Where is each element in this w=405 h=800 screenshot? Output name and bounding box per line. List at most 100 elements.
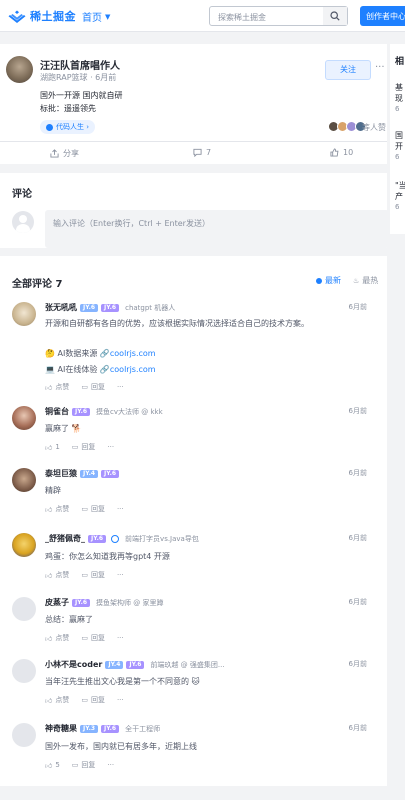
follow-button[interactable]: 关注 [325,60,371,80]
comment-like-button[interactable]: 👍︎ 点赞 [45,504,69,514]
like-button[interactable]: 10 [330,148,353,157]
likes-summary: 等人赞 [362,123,386,132]
comment-actions: 👍︎ 点赞 ▭ 回复 ··· [45,633,124,643]
reply-icon: ▭ [81,505,88,513]
all-comments-title: 全部评论 7 [12,279,63,290]
circle-tag[interactable]: 代码人生 › [40,120,96,134]
commenter-title: 全干工程师 [125,724,161,733]
comment-reply-button[interactable]: ▭ 回复 [72,442,96,452]
comment-like-button[interactable]: 👍︎ 1 [45,442,60,452]
share-label: 分享 [63,149,79,158]
jy-badge: JY.6 [101,469,120,478]
commenter-title: chatgpt 机器人 [125,303,176,312]
level-badge: JY.4 [105,660,124,669]
post-text-line: 国外一开源 国内就自研 [40,91,123,100]
comment-text: 赢麻了 🐕 [45,424,82,433]
reply-icon: ▭ [81,571,88,579]
more-options-icon[interactable]: ··· [375,62,385,73]
thumbs-up-icon: 👍︎ [45,696,53,705]
comment-more-icon[interactable]: ··· [117,570,124,580]
nav-home-dropdown[interactable]: 首页 ▼ [82,9,111,25]
avatar[interactable] [12,659,36,683]
sort-hot-button[interactable]: ♨ 最热 [353,275,378,286]
cat-emoji-icon: 🐱 [191,677,200,686]
sidebar-item[interactable]: 基 现 6 [395,82,403,115]
comment-like-button[interactable]: 👍︎ 点赞 [45,695,69,705]
sidebar-item[interactable]: "当 产 6 [395,180,405,213]
comment-more-icon[interactable]: ··· [107,760,114,770]
commenter-name[interactable]: 铜雀台 [45,406,69,417]
level-badge: JY.3 [80,724,99,733]
author-name[interactable]: 汪汪队首席唱作人 [40,57,120,72]
avatar[interactable] [12,406,36,430]
comment-like-button[interactable]: 👍︎ 5 [45,760,60,770]
pin-post-card: 汪汪队首席唱作人 湖跑RAP篮球 · 6月前 关注 ··· 国外一开源 国内就自… [0,44,387,164]
commenter-name[interactable]: 小林不是coder [45,659,102,670]
chevron-down-icon: ▼ [105,12,111,21]
current-user-avatar [12,211,34,233]
comment-more-icon[interactable]: ··· [117,633,124,643]
comment-time: 6月前 [348,724,367,732]
search-box[interactable]: 探索稀土掘金 [209,6,348,26]
comment-actions: 👍︎ 点赞 ▭ 回复 ··· [45,570,124,580]
comment-like-button[interactable]: 👍︎ 点赞 [45,633,69,643]
comment-extra-line: 💻 AI在线体验 🔗coolrjs.com [45,365,156,374]
search-button[interactable] [323,7,347,25]
commenter-name[interactable]: _舒猪佩奇_ [45,533,85,544]
author-avatar[interactable] [6,56,33,83]
related-sidebar: 相 基 现 6 国 开 6 "当 产 6 [390,44,405,234]
juejin-logo[interactable]: 稀土掘金 [8,8,76,24]
comment-like-button[interactable]: 👍︎ 点赞 [45,570,69,580]
comment-link[interactable]: coolrjs.com [110,349,156,358]
commenter-name[interactable]: 张无吼吼 [45,302,77,313]
comment-text: 鸡蛋：你怎么知道我再等gpt4 开源 [45,552,170,561]
creator-center-button[interactable]: 创作者中心 [360,6,405,26]
avatar[interactable] [12,302,36,326]
comment-more-icon[interactable]: ··· [107,442,114,452]
commenter-title: 摸鱼架构师 @ 家里蹲 [96,598,164,607]
comment-reply-button[interactable]: ▭ 回复 [81,633,105,643]
comment-reply-button[interactable]: ▭ 回复 [81,570,105,580]
comment-more-icon[interactable]: ··· [117,504,124,514]
sidebar-item[interactable]: 国 开 6 [395,130,403,163]
comment-text: 当年汪先生推出文心我是第一个不同意的 🐱 [45,677,200,686]
jy-badge: JY.6 [101,724,120,733]
comment-text: 精辟 [45,486,61,495]
post-text-line: 标批：遥遥领先 [40,104,96,113]
avatar[interactable] [12,723,36,747]
comment-more-icon[interactable]: ··· [117,382,124,392]
comment-time: 6月前 [348,534,367,542]
top-navigation-bar: 稀土掘金 首页 ▼ 探索稀土掘金 创作者中心 [0,0,405,32]
liked-users-avatars[interactable] [328,121,366,132]
verified-icon [111,534,120,543]
comment-button[interactable]: 7 [193,148,211,157]
thumbs-up-icon [330,148,339,157]
circle-tag-label: 代码人生 › [56,123,90,131]
avatar[interactable] [12,597,36,621]
comment-reply-button[interactable]: ▭ 回复 [81,382,105,392]
sort-latest-button[interactable]: 最新 [316,275,341,286]
comment-actions: 👍︎ 5 ▭ 回复 ··· [45,760,114,770]
comment-more-icon[interactable]: ··· [117,695,124,705]
like-count: 10 [343,148,354,157]
comment-link[interactable]: coolrjs.com [110,365,156,374]
comment-icon [193,148,202,157]
share-button[interactable]: 分享 [50,148,79,159]
comment-reply-button[interactable]: ▭ 回复 [72,760,96,770]
comment-input[interactable]: 输入评论（Enter换行，Ctrl + Enter发送） [45,210,389,248]
logo-text: 稀土掘金 [30,10,76,23]
commenter-name[interactable]: 皮蒸子 [45,597,69,608]
comment-time: 6月前 [348,303,367,311]
avatar[interactable] [12,468,36,492]
comment-actions: 👍︎ 1 ▭ 回复 ··· [45,442,114,452]
commenter-name[interactable]: 泰坦巨猿 [45,468,77,479]
comment-reply-button[interactable]: ▭ 回复 [81,695,105,705]
share-icon [50,149,59,158]
comment-like-button[interactable]: 👍︎ 点赞 [45,382,69,392]
level-badge: JY.6 [80,303,99,312]
comment-reply-button[interactable]: ▭ 回复 [81,504,105,514]
search-input[interactable]: 探索稀土掘金 [218,12,266,23]
author-meta: 湖跑RAP篮球 · 6月前 [40,73,117,82]
avatar[interactable] [12,533,36,557]
commenter-name[interactable]: 神奇糖果 [45,723,77,734]
